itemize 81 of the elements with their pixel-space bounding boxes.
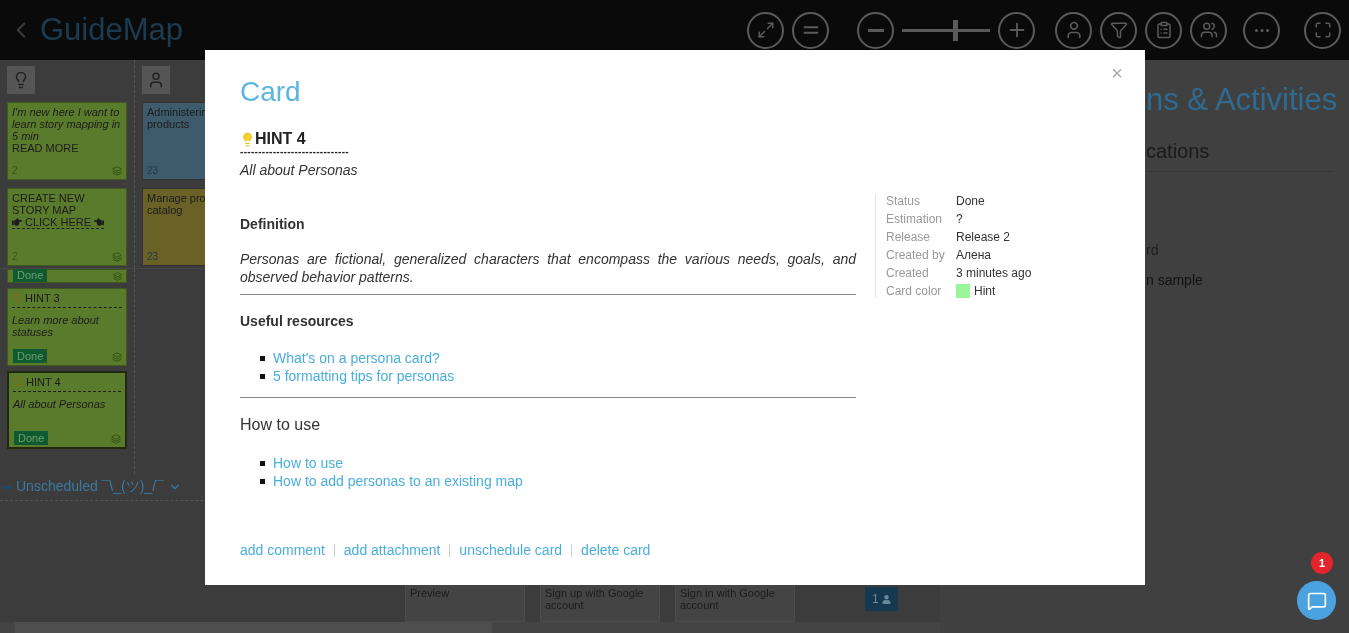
- bulb-icon: [240, 131, 255, 147]
- chat-icon: [1306, 590, 1327, 611]
- meta-value: Release 2: [956, 230, 1011, 244]
- hand-icon: [94, 217, 105, 227]
- more-button[interactable]: [1243, 11, 1280, 49]
- bullet-icon: [260, 460, 265, 466]
- card-count: 23: [147, 251, 159, 263]
- card-link[interactable]: READ MORE: [12, 142, 122, 154]
- stack-icon: [111, 434, 121, 444]
- bullet-icon: [260, 355, 265, 361]
- bullet-icon: [260, 478, 265, 484]
- expand-button[interactable]: [747, 11, 784, 49]
- status-badge: Done: [14, 431, 49, 445]
- card-title: HINT 4: [26, 376, 61, 388]
- meta-label: Created: [886, 266, 930, 280]
- meta-value: ?: [956, 212, 963, 226]
- expand-icon: [756, 21, 775, 39]
- zoom-slider-thumb[interactable]: [952, 19, 958, 41]
- app-title: GuideMap: [40, 12, 184, 48]
- clipboard-icon: [1154, 21, 1173, 39]
- meta-value: Алена: [956, 248, 991, 262]
- card-text: catalog: [147, 204, 184, 216]
- bulb-icon: [12, 293, 22, 303]
- resource-link[interactable]: How to add personas to an existing map: [273, 472, 523, 490]
- story-card[interactable]: HINT 4 All about Personas Done: [7, 371, 127, 449]
- meta-value: Hint: [974, 284, 996, 298]
- card-text: Manage pro: [147, 192, 207, 204]
- stack-icon: [112, 252, 122, 262]
- status-badge: Done: [13, 269, 48, 282]
- resource-link[interactable]: How to use: [273, 454, 344, 472]
- people-icon: [1199, 21, 1218, 39]
- hand-icon: [12, 217, 22, 227]
- zoom-out-button[interactable]: [857, 11, 894, 49]
- card-title: HINT 3: [25, 292, 60, 304]
- story-card[interactable]: HINT 3 Learn more about statuses Done: [7, 288, 127, 366]
- zoom-in-button[interactable]: [998, 11, 1035, 49]
- panel-title: ns & Activities: [1146, 82, 1339, 118]
- section-heading: How to use: [240, 416, 322, 434]
- stack-icon: [112, 166, 122, 176]
- card-text: CREATE NEW STORY MAP: [12, 192, 86, 216]
- bulb-icon: [13, 377, 23, 387]
- meta-label: Created by: [886, 248, 946, 262]
- filter-icon: [1109, 21, 1128, 39]
- bullet-icon: [260, 373, 265, 379]
- resource-link[interactable]: 5 formatting tips for personas: [273, 367, 455, 385]
- action-link[interactable]: add attachment: [343, 541, 441, 559]
- member-badge[interactable]: 1: [865, 587, 898, 611]
- meta-value: 3 minutes ago: [956, 266, 1032, 280]
- fullscreen-icon: [1313, 21, 1332, 39]
- team-button[interactable]: [1190, 11, 1227, 49]
- meta-value: Done: [956, 194, 985, 208]
- user-icon: [881, 594, 891, 604]
- card-text: All about Personas: [13, 398, 107, 410]
- action-link[interactable]: delete card: [581, 541, 651, 559]
- meta-label: Estimation: [886, 212, 944, 226]
- card-text: products: [147, 118, 191, 130]
- card-text: Administerin: [147, 106, 209, 118]
- status-badge: Done: [13, 349, 48, 363]
- card-link[interactable]: CLICK HERE: [25, 216, 92, 228]
- card-text: Learn more about statuses: [12, 314, 100, 338]
- meta-label: Card color: [886, 284, 943, 298]
- notes-button[interactable]: [1145, 11, 1182, 49]
- resource-link[interactable]: What's on a persona card?: [273, 349, 440, 367]
- filter-button[interactable]: [1100, 11, 1137, 49]
- minus-icon: [867, 28, 884, 32]
- stack-icon: [113, 272, 122, 281]
- meta-label: Status: [886, 194, 922, 208]
- action-link[interactable]: unschedule card: [459, 541, 563, 559]
- more-icon: [1254, 28, 1269, 32]
- person-icon: [147, 71, 165, 89]
- user-button[interactable]: [1055, 11, 1092, 49]
- fullscreen-button[interactable]: [1304, 11, 1341, 49]
- meta-label: Release: [886, 230, 932, 244]
- collapse-button[interactable]: [792, 11, 829, 49]
- unscheduled-label[interactable]: Unscheduled ¯\_(ツ)_/¯: [16, 478, 164, 496]
- stack-icon: [112, 352, 122, 362]
- close-button[interactable]: ×: [1111, 62, 1123, 85]
- card-text: I'm new here I want to learn story mapping in 5 min: [12, 106, 122, 142]
- action-link[interactable]: add comment: [240, 541, 325, 559]
- section-heading: Useful resources: [240, 313, 355, 329]
- story-card[interactable]: Done: [7, 269, 127, 283]
